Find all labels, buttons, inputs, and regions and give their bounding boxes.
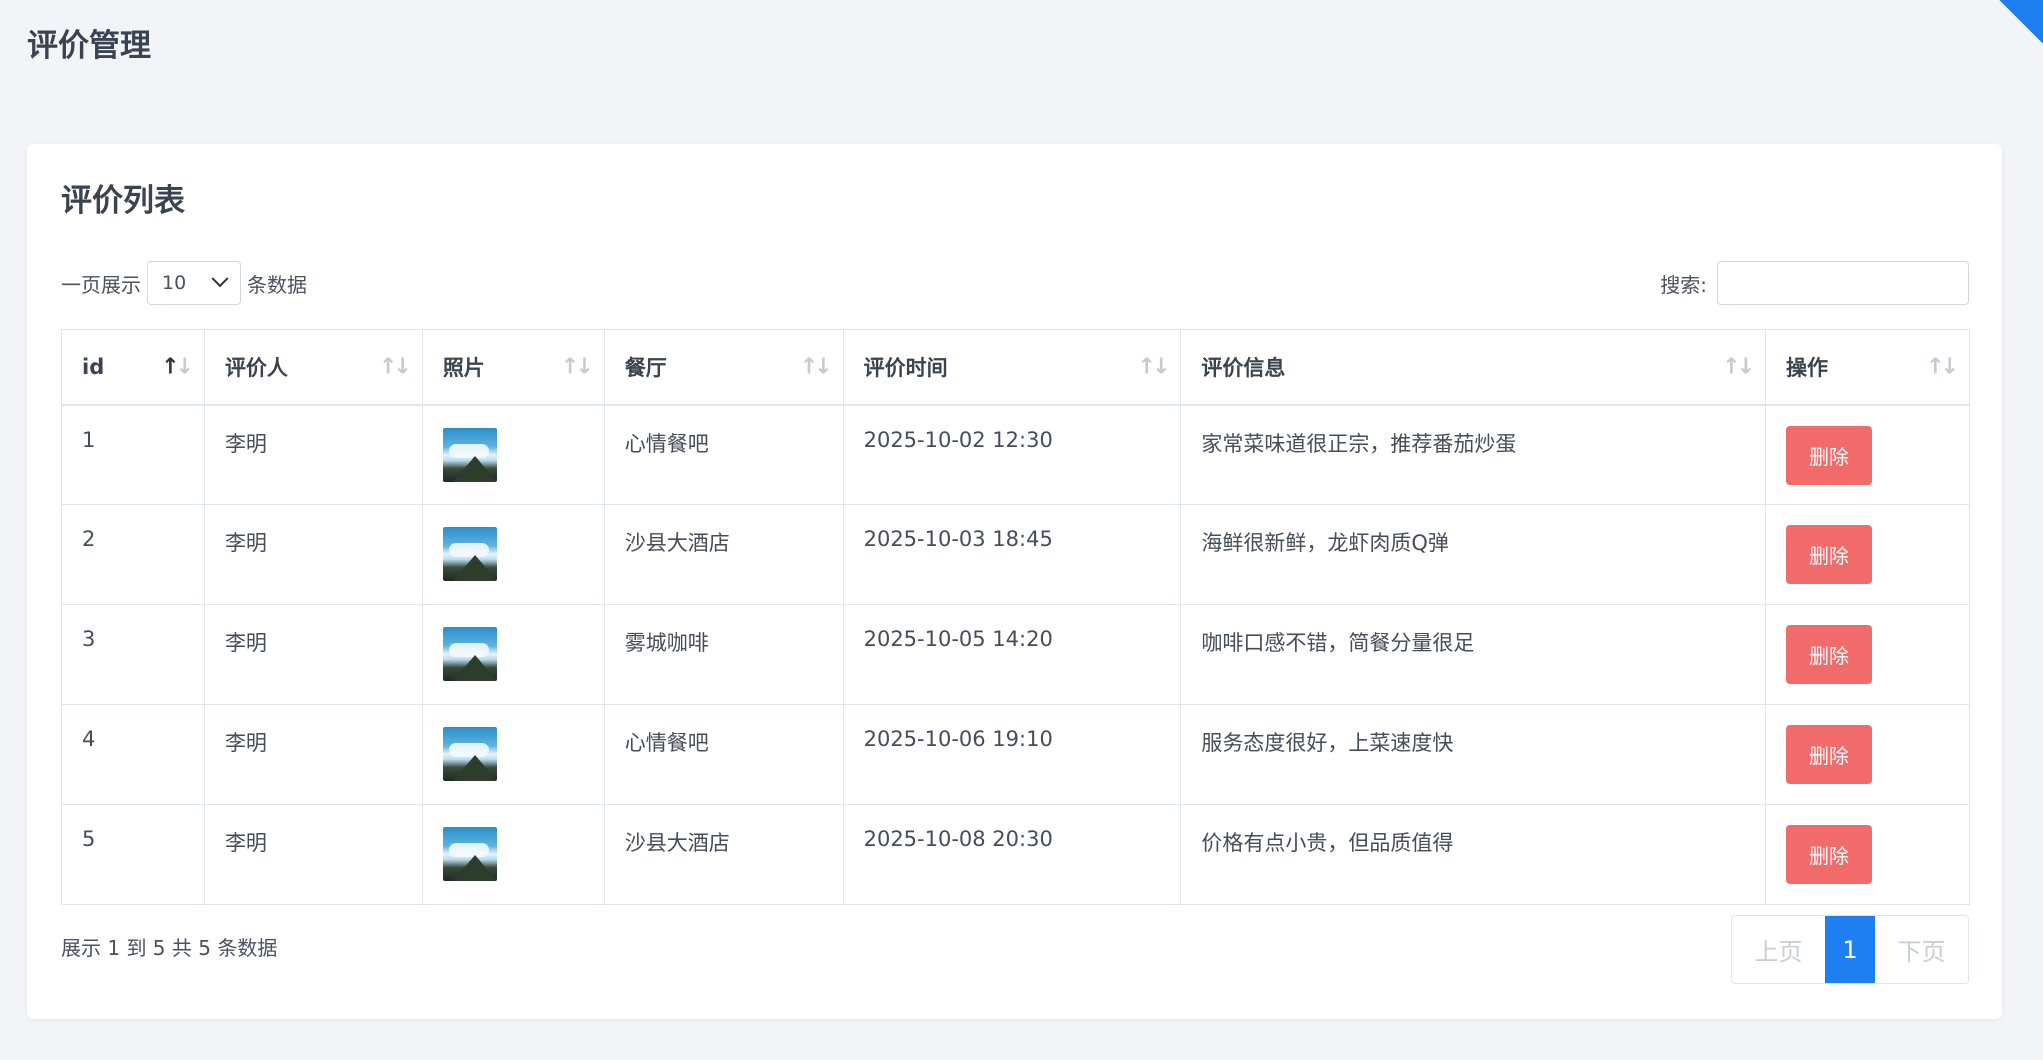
length-suffix: 条数据 [247, 272, 307, 297]
column-header-reviewer[interactable]: 评价人 ↑↓ [203, 329, 423, 406]
review-photo[interactable] [442, 427, 497, 482]
sort-icon: ↑↓ [1137, 354, 1171, 380]
chevron-down-icon [211, 270, 229, 288]
cell-action: 删除 [1765, 704, 1970, 805]
cell-photo [421, 504, 605, 605]
cell-time: 2025-10-05 14:20 [842, 604, 1182, 705]
cell-action: 删除 [1765, 804, 1970, 905]
delete-button[interactable]: 删除 [1786, 725, 1873, 784]
cell-id: 1 [61, 404, 205, 505]
cell-id: 5 [61, 804, 205, 905]
cell-time: 2025-10-08 20:30 [842, 804, 1182, 905]
page-length-control: 一页展示 10 条数据 [61, 261, 307, 305]
prev-page-button[interactable]: 上页 [1732, 916, 1825, 983]
pagination: 上页 1 下页 [1731, 915, 1969, 984]
sort-icon: ↑↓ [1722, 354, 1755, 380]
table-row: 1 李明 心情餐吧 2025-10-02 12:30 家常菜味道很正宗，推荐番茄… [61, 404, 1970, 505]
review-table: id ↑↓ 评价人 ↑↓ 照片 ↑↓ 餐厅 ↑↓ 评价时间 ↑↓ 评价信息 ↑↓ 操作 ↑↓ … [61, 329, 1970, 905]
cell-reviewer: 李明 [203, 704, 423, 805]
cell-restaurant: 心情餐吧 [603, 704, 844, 805]
page-1-button[interactable]: 1 [1825, 916, 1875, 983]
column-header-action[interactable]: 操作 ↑↓ [1765, 329, 1970, 406]
card-title: 评价列表 [61, 183, 185, 219]
table-info: 展示 1 到 5 共 5 条数据 [61, 936, 278, 960]
column-header-photo[interactable]: 照片 ↑↓ [421, 329, 605, 406]
cell-action: 删除 [1765, 404, 1970, 505]
cell-message: 服务态度很好，上菜速度快 [1180, 704, 1767, 805]
table-body: 1 李明 心情餐吧 2025-10-02 12:30 家常菜味道很正宗，推荐番茄… [61, 404, 1970, 905]
sort-icon: ↑↓ [378, 354, 412, 380]
cell-photo [421, 604, 605, 705]
page-length-select[interactable]: 10 [147, 261, 241, 305]
cell-photo [421, 704, 605, 805]
cell-message: 咖啡口感不错，简餐分量很足 [1180, 604, 1767, 705]
cell-message: 价格有点小贵，但品质值得 [1180, 804, 1767, 905]
delete-button[interactable]: 删除 [1786, 525, 1873, 584]
cell-reviewer: 李明 [203, 604, 423, 705]
cell-restaurant: 沙县大酒店 [603, 804, 844, 905]
column-header-id[interactable]: id ↑↓ [61, 329, 205, 406]
cell-restaurant: 心情餐吧 [603, 404, 844, 505]
review-list-card: 评价列表 一页展示 10 条数据 搜索: id ↑↓ 评价人 ↑↓ 照片 ↑↓ 餐厅 ↑… [27, 144, 2002, 1019]
sort-icon: ↑↓ [1926, 354, 1959, 380]
column-header-message[interactable]: 评价信息 ↑↓ [1180, 329, 1767, 406]
table-row: 5 李明 沙县大酒店 2025-10-08 20:30 价格有点小贵，但品质值得… [61, 804, 1970, 905]
cell-restaurant: 沙县大酒店 [603, 504, 844, 605]
sort-icon: ↑↓ [560, 354, 594, 380]
delete-button[interactable]: 删除 [1786, 825, 1873, 884]
review-photo[interactable] [442, 627, 497, 681]
review-photo[interactable] [442, 527, 497, 581]
page-length-value: 10 [162, 272, 187, 294]
table-header-row: id ↑↓ 评价人 ↑↓ 照片 ↑↓ 餐厅 ↑↓ 评价时间 ↑↓ 评价信息 ↑↓ 操作 ↑↓ [61, 329, 1970, 406]
cell-time: 2025-10-06 19:10 [842, 704, 1182, 805]
review-photo[interactable] [442, 827, 497, 881]
column-header-restaurant[interactable]: 餐厅 ↑↓ [603, 329, 844, 406]
table-row: 2 李明 沙县大酒店 2025-10-03 18:45 海鲜很新鲜，龙虾肉质Q弹… [61, 504, 1970, 605]
review-photo[interactable] [442, 727, 497, 781]
cell-id: 4 [61, 704, 205, 805]
cell-photo [421, 404, 605, 505]
delete-button[interactable]: 删除 [1786, 625, 1873, 684]
page-title: 评价管理 [27, 28, 151, 64]
cell-reviewer: 李明 [203, 404, 423, 505]
delete-button[interactable]: 删除 [1786, 425, 1873, 485]
cell-message: 海鲜很新鲜，龙虾肉质Q弹 [1180, 504, 1767, 605]
cell-restaurant: 雾城咖啡 [603, 604, 844, 705]
sort-icon: ↑↓ [161, 354, 194, 380]
sort-icon: ↑↓ [799, 354, 833, 380]
cell-id: 2 [61, 504, 205, 605]
search-control: 搜索: [1660, 261, 1969, 305]
cell-id: 3 [61, 604, 205, 705]
column-header-time[interactable]: 评价时间 ↑↓ [842, 329, 1182, 406]
cell-reviewer: 李明 [203, 804, 423, 905]
cell-reviewer: 李明 [203, 504, 423, 605]
table-row: 3 李明 雾城咖啡 2025-10-05 14:20 咖啡口感不错，简餐分量很足… [61, 604, 1970, 705]
cell-action: 删除 [1765, 604, 1970, 705]
cell-action: 删除 [1765, 504, 1970, 605]
cell-message: 家常菜味道很正宗，推荐番茄炒蛋 [1180, 404, 1767, 505]
table-row: 4 李明 心情餐吧 2025-10-06 19:10 服务态度很好，上菜速度快 … [61, 704, 1970, 805]
search-input[interactable] [1717, 261, 1969, 305]
cell-time: 2025-10-03 18:45 [842, 504, 1182, 605]
length-prefix: 一页展示 [61, 272, 141, 297]
search-label: 搜索: [1660, 272, 1707, 297]
corner-ribbon [1999, 0, 2043, 44]
next-page-button[interactable]: 下页 [1875, 916, 1968, 983]
cell-photo [421, 804, 605, 905]
cell-time: 2025-10-02 12:30 [842, 404, 1182, 505]
